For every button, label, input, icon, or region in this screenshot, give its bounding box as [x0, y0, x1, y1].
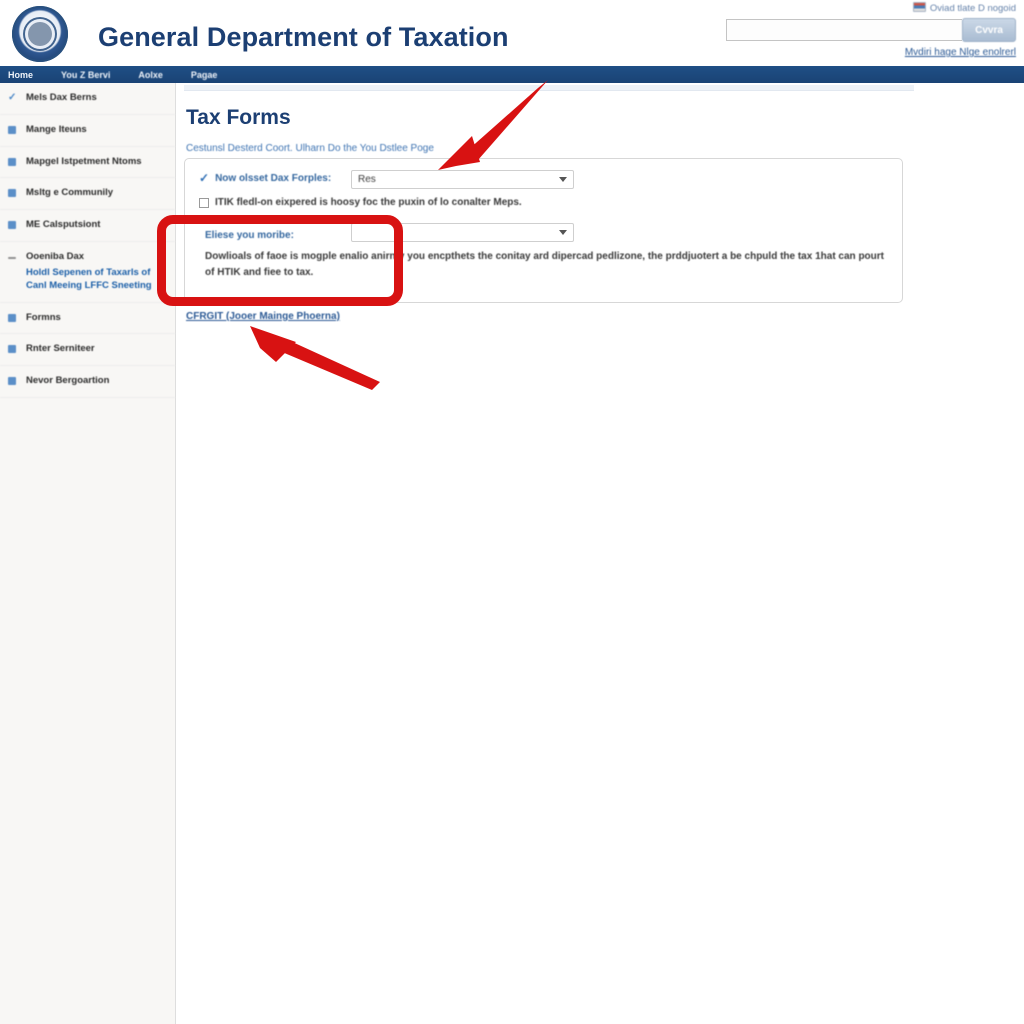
check-icon: ✓: [8, 92, 17, 103]
sidebar-item-label: Mapgel Istpetment Ntoms: [26, 155, 142, 167]
square-icon: [8, 189, 16, 198]
sidebar-item-label: Mels Dax Berns: [26, 92, 97, 103]
sidebar-item-2[interactable]: Mange Iteuns: [0, 115, 175, 147]
sidebar-item-9[interactable]: Nevor Bergoartion: [0, 366, 175, 398]
nav-item-home[interactable]: Home: [8, 70, 47, 80]
government-seal-icon: [12, 6, 68, 62]
form-row-second-select: Eliese you moribe:: [205, 225, 294, 243]
sidebar-item-label: Mange Iteuns: [26, 123, 87, 135]
account-link[interactable]: Oviad tlate D nogoid: [696, 2, 1016, 14]
main-content: Tax Forms Cestunsl Desterd Coort. Ulharn…: [176, 83, 1024, 1024]
header-utility-area: Oviad tlate D nogoid Cvvra Mvdiri hage N…: [696, 2, 1016, 58]
tax-forms-panel: ✓ Now olsset Dax Forples: Res ITIK fledl…: [184, 158, 903, 303]
download-program-link[interactable]: CFRGIT (Jooer Mainge Phoerna): [186, 311, 340, 322]
second-select[interactable]: [351, 223, 574, 242]
chevron-down-icon: [559, 230, 567, 235]
form-row-checkbox[interactable]: ITIK fledl-on eixpered is hoosy foc the …: [199, 197, 522, 208]
square-icon: [8, 313, 16, 322]
sidebar-item-7[interactable]: Formns: [0, 303, 175, 335]
breadcrumb[interactable]: Cestunsl Desterd Coort. Ulharn Do the Yo…: [186, 143, 434, 154]
search-input[interactable]: [726, 19, 962, 41]
search-button[interactable]: Cvvra: [962, 18, 1016, 42]
nav-item-2[interactable]: You Z Bervi: [61, 70, 124, 80]
main-navigation: Home You Z Bervi Aolxe Pagae: [0, 66, 1024, 83]
flag-icon: [912, 2, 926, 12]
chevron-down-icon: [559, 177, 567, 182]
account-link-label: Oviad tlate D nogoid: [929, 3, 1016, 14]
sidebar-item-6-expanded[interactable]: Ooeniba Dax Holdl Sepenen of Taxarls of …: [0, 242, 175, 303]
content-top-divider: [184, 85, 914, 91]
sidebar-item-label: Ooeniba Dax: [26, 251, 85, 263]
sidebar-item-8[interactable]: Rnter Serniteer: [0, 334, 175, 367]
secondary-header-link[interactable]: Mvdiri hage Nlge enolrerl: [696, 47, 1016, 58]
site-header: General Department of Taxation Oviad tla…: [0, 0, 1024, 67]
nav-item-4[interactable]: Pagae: [191, 70, 232, 80]
sidebar-item-4[interactable]: Msltg e Communily: [0, 178, 175, 211]
search-bar: Cvvra: [696, 18, 1016, 42]
sidebar: ✓ Mels Dax Berns Mange Iteuns Mapgel Ist…: [0, 83, 176, 1024]
page-title: General Department of Taxation: [98, 22, 509, 52]
blue-check-icon: ✓: [199, 171, 210, 185]
sidebar-item-3[interactable]: Mapgel Istpetment Ntoms: [0, 147, 175, 179]
sidebar-item-1[interactable]: ✓ Mels Dax Berns: [0, 83, 175, 115]
tax-forms-select[interactable]: Res: [351, 170, 574, 189]
terms-checkbox-label: ITIK fledl-on eixpered is hoosy foc the …: [215, 197, 522, 208]
square-icon: [8, 221, 16, 230]
content-heading: Tax Forms: [186, 106, 291, 129]
form-row-select: ✓ Now olsset Dax Forples:: [199, 171, 331, 185]
nav-item-3[interactable]: Aolxe: [138, 70, 177, 80]
terms-checkbox[interactable]: [199, 197, 209, 208]
sidebar-item-label: ME Calsputsiont: [26, 219, 101, 231]
sidebar-subitem-label[interactable]: Holdl Sepenen of Taxarls of Canl Meeing …: [26, 267, 167, 293]
sidebar-item-label: Rnter Serniteer: [26, 343, 95, 355]
form-description-text: Dowlioals of faoe is mogple enalio anirn…: [205, 251, 884, 278]
square-icon: [8, 377, 16, 386]
sidebar-item-5[interactable]: ME Calsputsiont: [0, 210, 175, 243]
tax-forms-select-label: Now olsset Dax Forples:: [215, 172, 332, 184]
tax-forms-select-value: Res: [358, 174, 376, 185]
sidebar-item-label: Formns: [26, 311, 61, 323]
square-icon: [8, 345, 16, 354]
second-select-label: Eliese you moribe:: [205, 230, 294, 241]
square-icon: [8, 157, 16, 166]
sidebar-item-label: Msltg e Communily: [26, 187, 114, 199]
minus-icon: [8, 257, 16, 260]
sidebar-item-label: Nevor Bergoartion: [26, 375, 110, 387]
square-icon: [8, 125, 16, 134]
